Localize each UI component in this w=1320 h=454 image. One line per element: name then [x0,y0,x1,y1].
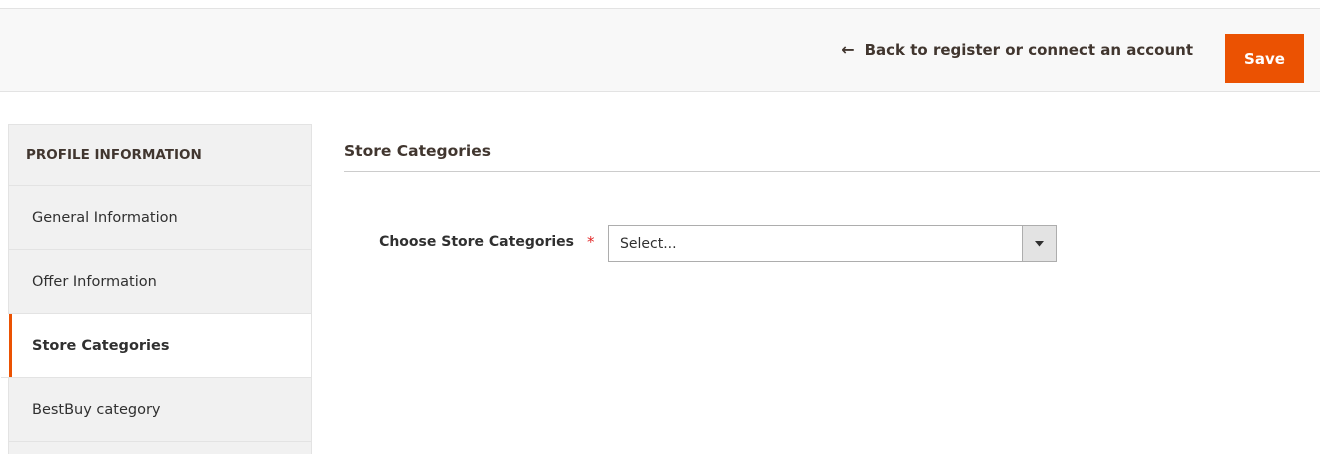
back-link[interactable]: ← Back to register or connect an account [841,37,1193,63]
sidebar-item-label: General Information [32,209,178,226]
profile-sidebar: PROFILE INFORMATION General Information … [1,124,312,454]
select-value: Select... [620,235,677,252]
arrow-left-icon: ← [841,40,855,59]
required-marker: * [587,233,595,251]
back-link-label: Back to register or connect an account [864,41,1193,59]
sidebar-item-offer-information[interactable]: Offer Information [9,250,311,314]
page-actions-bar: ← Back to register or connect an account… [0,8,1320,92]
sidebar-item-general-information[interactable]: General Information [9,186,311,250]
sidebar-item-store-categories[interactable]: Store Categories [1,314,311,378]
save-button[interactable]: Save [1225,34,1304,83]
sidebar-title: PROFILE INFORMATION [9,125,311,186]
section-title: Store Categories [344,142,491,160]
sidebar-item-label: Store Categories [32,337,170,354]
select-toggle[interactable] [1022,226,1056,261]
chevron-down-icon [1035,240,1044,246]
sidebar-item-label: Offer Information [32,273,157,290]
section-divider [344,171,1320,172]
store-categories-select[interactable]: Select... [608,225,1057,262]
sidebar-item-bestbuy-category[interactable]: BestBuy category [9,378,311,442]
sidebar-item-label: BestBuy category [32,401,161,418]
store-categories-label: Choose Store Categories [379,234,574,250]
